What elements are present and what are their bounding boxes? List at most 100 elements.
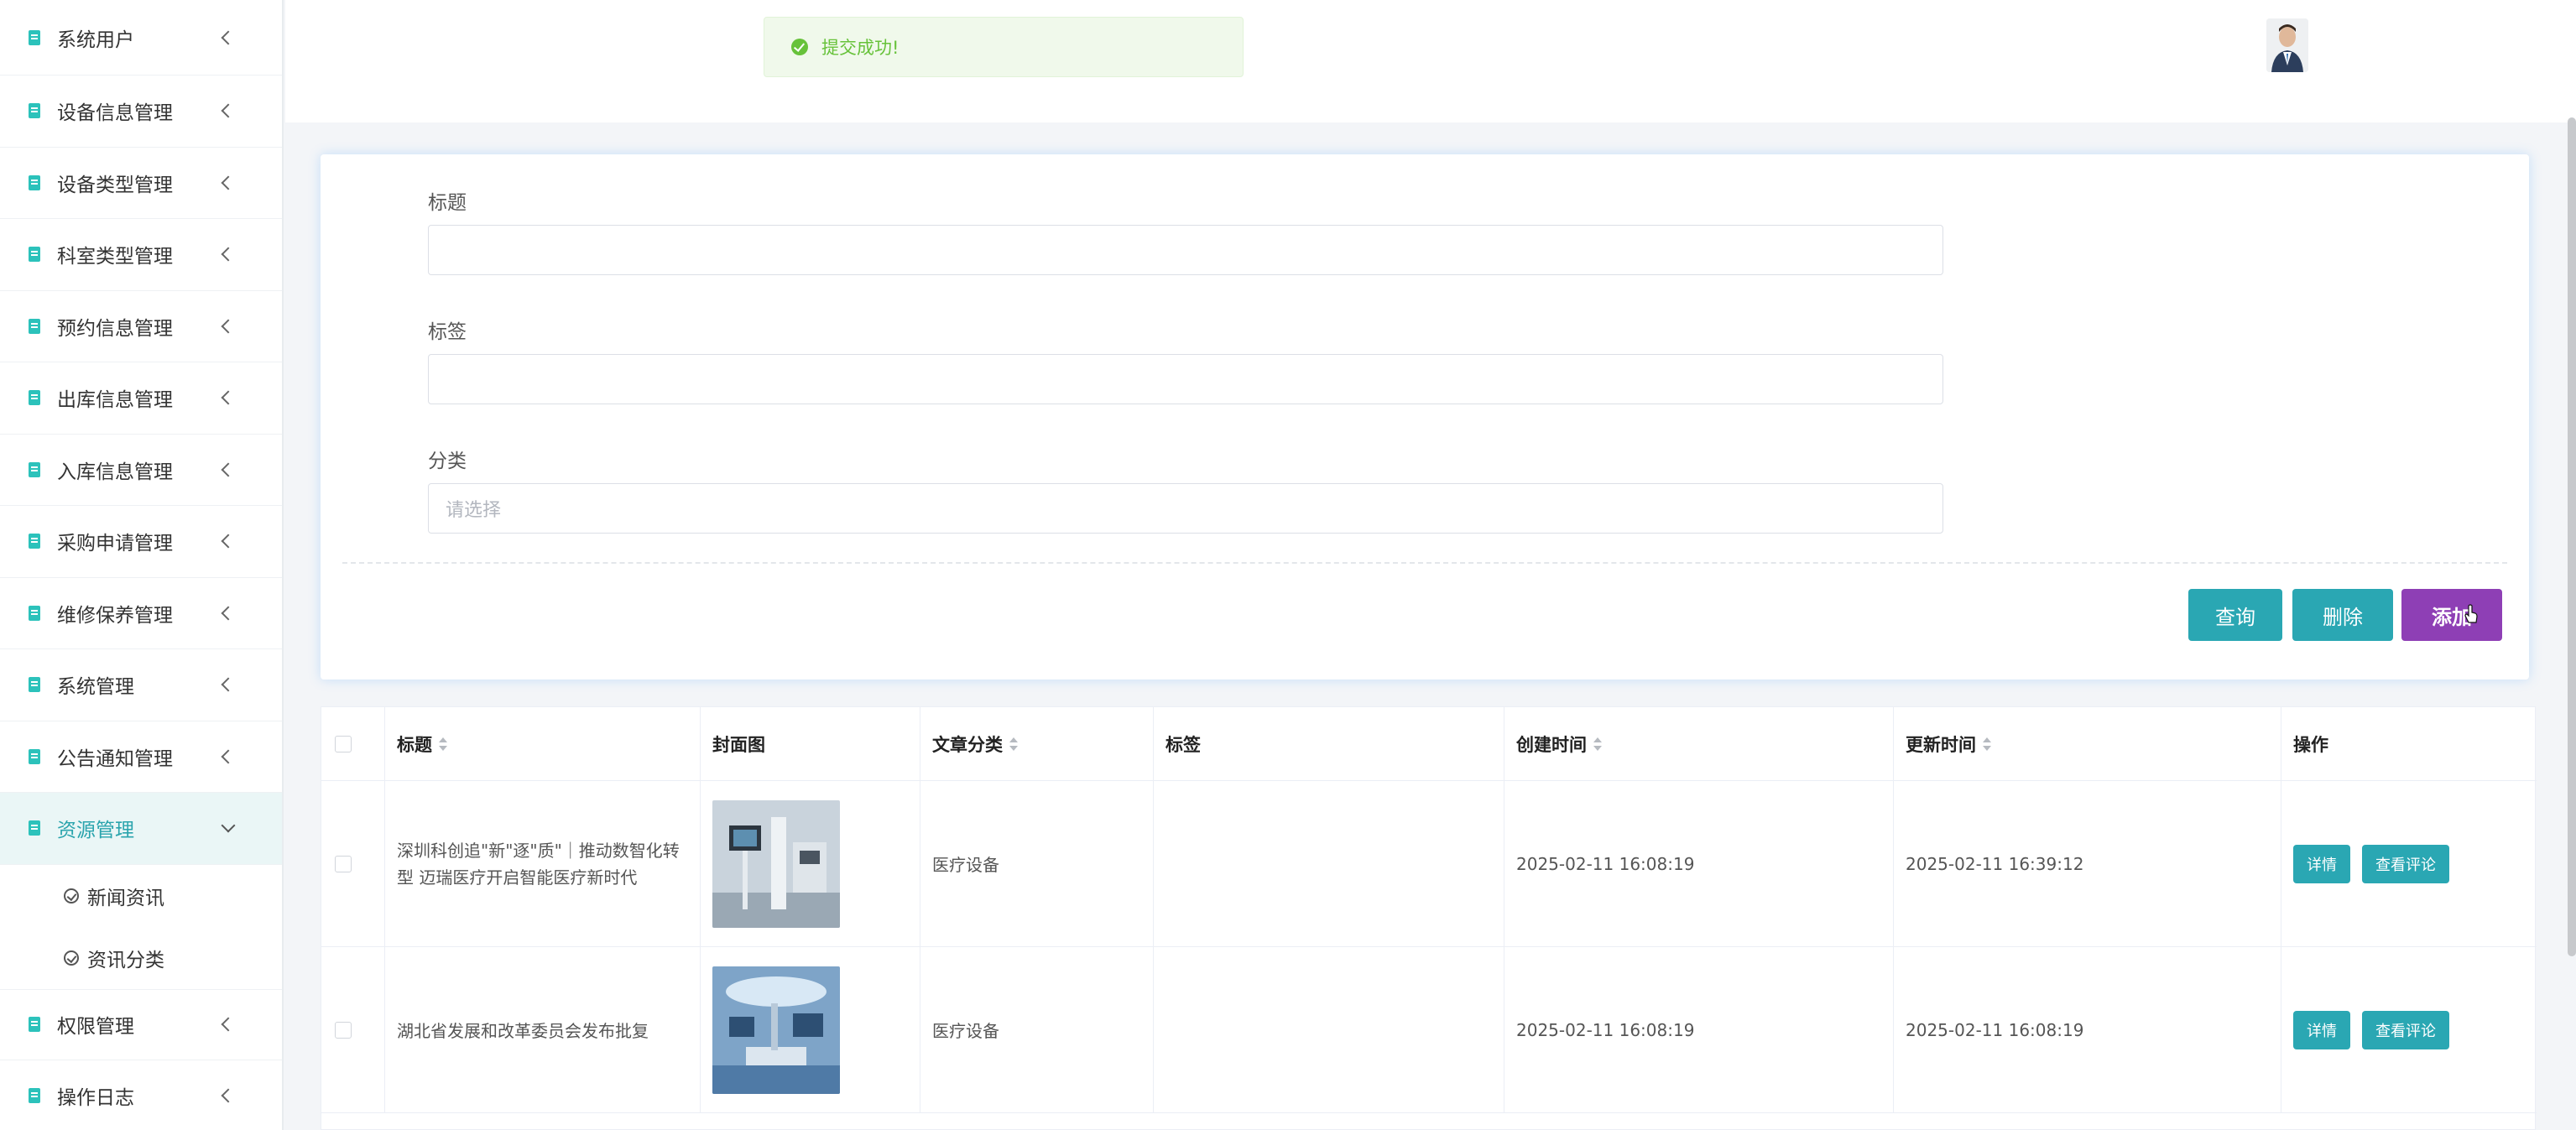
sidebar-item-label: 预约信息管理	[57, 317, 173, 340]
success-toast: 提交成功!	[764, 17, 1244, 77]
row-checkbox[interactable]	[335, 855, 352, 872]
row-tags	[1154, 947, 1504, 1112]
column-header-title[interactable]: 标题	[385, 707, 701, 780]
chevron-down-icon	[221, 818, 236, 833]
view-comments-button[interactable]: 查看评论	[2362, 1010, 2449, 1049]
document-icon	[29, 461, 40, 477]
column-header-label: 文章分类	[932, 734, 1003, 755]
sort-icon[interactable]	[439, 737, 447, 751]
chevron-left-icon	[221, 534, 236, 549]
row-updated: 2025-02-11 16:08:19	[1894, 947, 2281, 1112]
category-select[interactable]: 请选择	[428, 483, 1943, 534]
sidebar-item-announcements[interactable]: 公告通知管理	[0, 721, 282, 793]
sort-icon[interactable]	[1009, 737, 1018, 751]
detail-button[interactable]: 详情	[2293, 1010, 2350, 1049]
row-title: 湖北省发展和改革委员会发布批复	[385, 947, 701, 1112]
column-header-label: 标题	[397, 734, 432, 755]
column-header-cover: 封面图	[701, 707, 920, 780]
sidebar-item-label: 维修保养管理	[57, 604, 173, 627]
sidebar-item-operation-log[interactable]: 操作日志	[0, 1060, 282, 1130]
sidebar-item-resources[interactable]: 资源管理	[0, 793, 282, 865]
chevron-left-icon	[221, 175, 236, 190]
title-label: 标题	[428, 192, 467, 214]
document-icon	[29, 103, 40, 119]
select-all-cell	[321, 707, 385, 780]
toast-message: 提交成功!	[821, 38, 900, 58]
check-circle-icon	[64, 888, 79, 903]
add-button[interactable]: 添加	[2401, 589, 2502, 641]
row-category: 医疗设备	[920, 947, 1154, 1112]
document-icon	[29, 390, 40, 406]
column-header-actions: 操作	[2281, 707, 2537, 780]
column-header-category[interactable]: 文章分类	[920, 707, 1154, 780]
row-title: 深圳科创追"新"逐"质"｜推动数智化转型 迈瑞医疗开启智能医疗新时代	[385, 781, 701, 946]
sidebar-item-label: 公告通知管理	[57, 747, 173, 770]
avatar[interactable]	[2266, 18, 2308, 72]
sidebar-item-permissions[interactable]: 权限管理	[0, 988, 282, 1060]
table-row: 湖北省发展和改革委员会发布批复 医疗设备 2025-02-11 16:08:19…	[321, 947, 2537, 1113]
chevron-left-icon	[221, 103, 236, 118]
sidebar: 系统用户 设备信息管理 设备类型管理 科室类型管理 预约信息管理 出库信息管理 …	[0, 0, 284, 1130]
tag-input[interactable]	[428, 354, 1943, 404]
sidebar-item-appointment[interactable]: 预约信息管理	[0, 290, 282, 362]
row-checkbox[interactable]	[335, 1021, 352, 1039]
detail-button[interactable]: 详情	[2293, 844, 2350, 883]
page-scrollbar[interactable]	[2568, 117, 2576, 956]
sidebar-subitem-label: 新闻资讯	[87, 887, 164, 909]
sidebar-subitem-news-category[interactable]: 资讯分类	[0, 926, 282, 989]
chevron-left-icon	[221, 677, 236, 692]
tag-label: 标签	[428, 321, 467, 343]
row-updated: 2025-02-11 16:39:12	[1894, 781, 2281, 946]
view-comments-button[interactable]: 查看评论	[2362, 844, 2449, 883]
category-placeholder: 请选择	[446, 500, 502, 521]
table-header-row: 标题 封面图 文章分类 标签 创建时间 更新时间 操作	[321, 707, 2537, 781]
query-button[interactable]: 查询	[2188, 589, 2282, 641]
title-input[interactable]	[428, 225, 1943, 275]
chevron-left-icon	[221, 390, 236, 405]
document-icon	[29, 748, 40, 764]
sidebar-item-inbound[interactable]: 入库信息管理	[0, 434, 282, 506]
sidebar-item-system[interactable]: 系统管理	[0, 649, 282, 721]
sidebar-item-system-users[interactable]: 系统用户	[0, 0, 282, 76]
delete-button[interactable]: 删除	[2292, 589, 2393, 641]
sidebar-item-device-info[interactable]: 设备信息管理	[0, 76, 282, 148]
column-header-label: 更新时间	[1906, 734, 1976, 755]
row-tags	[1154, 781, 1504, 946]
sidebar-item-maintenance[interactable]: 维修保养管理	[0, 577, 282, 649]
chevron-left-icon	[221, 319, 236, 334]
sort-icon[interactable]	[1593, 737, 1602, 751]
sidebar-item-outbound[interactable]: 出库信息管理	[0, 362, 282, 435]
chevron-left-icon	[221, 462, 236, 477]
document-icon	[29, 1017, 40, 1033]
sidebar-subitem-news[interactable]: 新闻资讯	[0, 864, 282, 927]
sort-icon[interactable]	[1983, 737, 1991, 751]
sidebar-item-department-type[interactable]: 科室类型管理	[0, 219, 282, 291]
document-icon	[29, 1088, 40, 1104]
hand-cursor-icon	[2464, 604, 2478, 623]
chevron-left-icon	[221, 1088, 236, 1103]
column-header-updated[interactable]: 更新时间	[1894, 707, 2281, 780]
chevron-left-icon	[221, 749, 236, 764]
row-created: 2025-02-11 16:08:19	[1504, 781, 1894, 946]
sidebar-item-purchase[interactable]: 采购申请管理	[0, 506, 282, 578]
column-header-label: 封面图	[712, 734, 765, 755]
chevron-left-icon	[221, 1017, 236, 1032]
sidebar-item-label: 设备类型管理	[57, 174, 173, 196]
sidebar-item-label: 系统用户	[57, 29, 134, 51]
sidebar-item-device-type[interactable]: 设备类型管理	[0, 147, 282, 219]
search-panel: 标题 标签 分类 请选择 查询 删除 添加	[321, 154, 2529, 680]
document-icon	[29, 820, 40, 836]
row-actions: 详情 查看评论	[2281, 947, 2537, 1112]
row-created: 2025-02-11 16:08:19	[1504, 947, 1894, 1112]
sidebar-item-label: 设备信息管理	[57, 102, 173, 125]
cover-image	[712, 799, 840, 928]
document-icon	[29, 605, 40, 621]
sidebar-subitem-label: 资讯分类	[87, 949, 164, 971]
document-icon	[29, 174, 40, 190]
column-header-created[interactable]: 创建时间	[1504, 707, 1894, 780]
row-select-cell	[321, 781, 385, 946]
resource-table: 标题 封面图 文章分类 标签 创建时间 更新时间 操作 深圳科创追"新"逐"质"…	[321, 706, 2537, 1130]
row-category: 医疗设备	[920, 781, 1154, 946]
chevron-left-icon	[221, 30, 236, 44]
select-all-checkbox[interactable]	[335, 735, 352, 752]
